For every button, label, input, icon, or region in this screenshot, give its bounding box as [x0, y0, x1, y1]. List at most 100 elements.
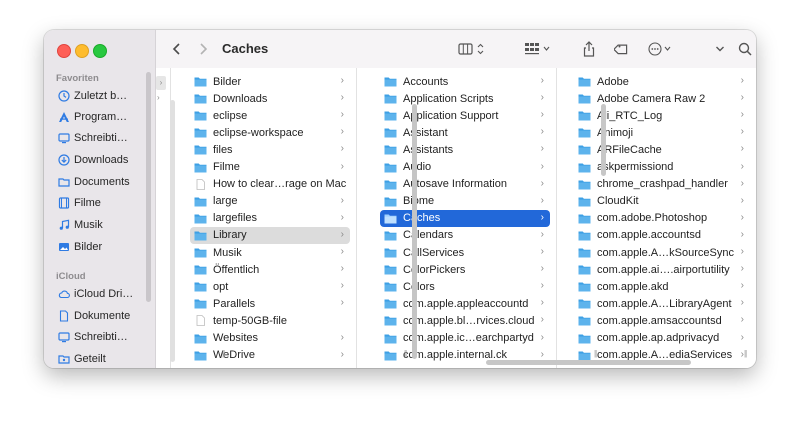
folder-row[interactable]: Biome ›: [380, 193, 550, 210]
row-label: CloudKit: [597, 195, 639, 208]
folder-row[interactable]: Öffentlich ›: [190, 261, 350, 278]
column-home[interactable]: Bilder › Downloads › eclipse › eclipse-workspa…: [186, 68, 357, 368]
group-button[interactable]: [522, 39, 556, 59]
sidebar-item-music[interactable]: Musik: [58, 216, 103, 234]
folder-row[interactable]: com.apple.akd ›: [574, 278, 750, 295]
sidebar-item-downloads[interactable]: Downloads: [58, 151, 128, 169]
folder-row[interactable]: Audio ›: [380, 159, 550, 176]
close-window-button[interactable]: [57, 44, 71, 58]
folder-row[interactable]: Adobe ›: [574, 73, 750, 90]
view-mode-button[interactable]: [456, 39, 490, 59]
folder-row[interactable]: com.adobe.Photoshop ›: [574, 210, 750, 227]
zoom-window-button[interactable]: [93, 44, 107, 58]
folder-row[interactable]: com.apple.bl…rvices.cloud ›: [380, 312, 550, 329]
folder-row[interactable]: Filme ›: [190, 159, 350, 176]
folder-row[interactable]: opt ›: [190, 278, 350, 295]
folder-row[interactable]: com.apple.accountsd ›: [574, 227, 750, 244]
sidebar: Favoriten Zuletzt b… Program… Schreibti……: [44, 30, 156, 368]
back-button[interactable]: [168, 39, 186, 59]
tag-icon: [614, 44, 628, 55]
column-resize-handle[interactable]: ||: [222, 349, 225, 358]
tags-button[interactable]: [612, 39, 632, 59]
folder-row[interactable]: chrome_crashpad_handler ›: [574, 176, 750, 193]
column-caches[interactable]: Adobe › Adobe Camera Raw 2 › Ali_RTC_Log › Ani…: [570, 68, 756, 368]
folder-row[interactable]: Bilder ›: [190, 73, 350, 90]
folder-icon: [578, 333, 591, 344]
folder-row[interactable]: com.apple.A…LibraryAgent ›: [574, 295, 750, 312]
folder-row[interactable]: Assistant ›: [380, 124, 550, 141]
folder-icon: [384, 144, 397, 155]
column-resize-handle[interactable]: ||: [404, 349, 407, 358]
sidebar-item-recents[interactable]: Zuletzt b…: [58, 87, 127, 105]
file-row[interactable]: temp-50GB-file: [190, 312, 350, 329]
chevron-right-icon: ›: [540, 194, 544, 206]
column-home-scrollbar[interactable]: [170, 100, 175, 362]
folder-row[interactable]: WeDrive ›: [190, 347, 350, 364]
folder-icon: [384, 281, 397, 292]
folder-row[interactable]: Assistants ›: [380, 141, 550, 158]
path-dropdown-button[interactable]: [712, 39, 728, 59]
sidebar-item-icloud-documents[interactable]: Dokumente: [58, 307, 130, 325]
folder-row[interactable]: large ›: [190, 193, 350, 210]
folder-row[interactable]: com.apple.amsaccountsd ›: [574, 312, 750, 329]
sidebar-item-desktop[interactable]: Schreibti…: [58, 129, 128, 147]
ellipsis-circle-icon: [648, 42, 671, 56]
minimize-window-button[interactable]: [75, 44, 89, 58]
folder-row[interactable]: com.apple.ai….airportutility ›: [574, 261, 750, 278]
folder-icon: [578, 144, 591, 155]
sidebar-item-icloud-drive[interactable]: iCloud Dri…: [58, 285, 133, 303]
column-resize-handle[interactable]: ||: [594, 349, 597, 358]
folder-row[interactable]: Caches ›: [380, 209, 550, 227]
folder-row[interactable]: com.apple.ic…earchpartyd ›: [380, 330, 550, 347]
folder-row[interactable]: files ›: [190, 141, 350, 158]
sidebar-item-applications[interactable]: Program…: [58, 108, 127, 126]
row-label: Caches: [403, 212, 441, 225]
search-button[interactable]: [736, 39, 754, 59]
forward-button[interactable]: [194, 39, 212, 59]
folder-row[interactable]: Websites ›: [190, 330, 350, 347]
column-resize-handle[interactable]: ||: [744, 349, 747, 358]
folder-row[interactable]: Library ›: [190, 226, 350, 244]
folder-icon: [194, 281, 207, 292]
folder-row[interactable]: Accounts ›: [380, 73, 550, 90]
sidebar-item-shared[interactable]: Geteilt: [58, 350, 106, 368]
sidebar-item-icloud-desktop[interactable]: Schreibti…: [58, 328, 128, 346]
folder-row[interactable]: eclipse ›: [190, 107, 350, 124]
folder-row[interactable]: Parallels ›: [190, 295, 350, 312]
folder-row[interactable]: largefiles ›: [190, 210, 350, 227]
column-caches-scrollbar[interactable]: [601, 104, 606, 176]
folder-row[interactable]: Musik ›: [190, 244, 350, 261]
document-icon: [58, 310, 70, 322]
folder-row[interactable]: ColorPickers ›: [380, 261, 550, 278]
shared-folder-icon: [58, 353, 70, 365]
folder-row[interactable]: Application Scripts ›: [380, 90, 550, 107]
folder-row[interactable]: com.apple.appleaccountd ›: [380, 295, 550, 312]
chevron-right-icon: ›: [340, 75, 344, 86]
chevron-right-icon: ›: [340, 92, 344, 104]
horizontal-scrollbar[interactable]: [486, 360, 691, 365]
sidebar-scrollbar[interactable]: [146, 72, 151, 302]
column-library-scrollbar[interactable]: [412, 104, 417, 359]
folder-row[interactable]: Calendars ›: [380, 227, 550, 244]
share-button[interactable]: [580, 39, 598, 59]
chevron-right-icon: ›: [156, 76, 166, 90]
folder-row[interactable]: com.apple.ap.adprivacyd ›: [574, 330, 750, 347]
folder-row[interactable]: CallServices ›: [380, 244, 550, 261]
folder-row[interactable]: CloudKit ›: [574, 193, 750, 210]
file-row[interactable]: How to clear…rage on Mac: [190, 176, 350, 193]
folder-icon: [578, 196, 591, 207]
folder-row[interactable]: Autosave Information ›: [380, 176, 550, 193]
sidebar-item-pictures[interactable]: Bilder: [58, 238, 102, 256]
folder-row[interactable]: eclipse-workspace ›: [190, 124, 350, 141]
more-actions-button[interactable]: [646, 39, 676, 59]
sidebar-item-movies[interactable]: Filme: [58, 194, 101, 212]
chevron-right-icon: ›: [540, 160, 544, 172]
sidebar-item-documents[interactable]: Documents: [58, 173, 130, 191]
folder-row[interactable]: Downloads ›: [190, 90, 350, 107]
column-library[interactable]: Accounts › Application Scripts › Application…: [376, 68, 557, 368]
row-label: com.apple.A…kSourceSync: [597, 246, 734, 259]
folder-row[interactable]: Colors ›: [380, 278, 550, 295]
chevron-right-icon: ›: [340, 348, 344, 360]
folder-row[interactable]: Application Support ›: [380, 107, 550, 124]
folder-row[interactable]: com.apple.A…kSourceSync ›: [574, 244, 750, 261]
